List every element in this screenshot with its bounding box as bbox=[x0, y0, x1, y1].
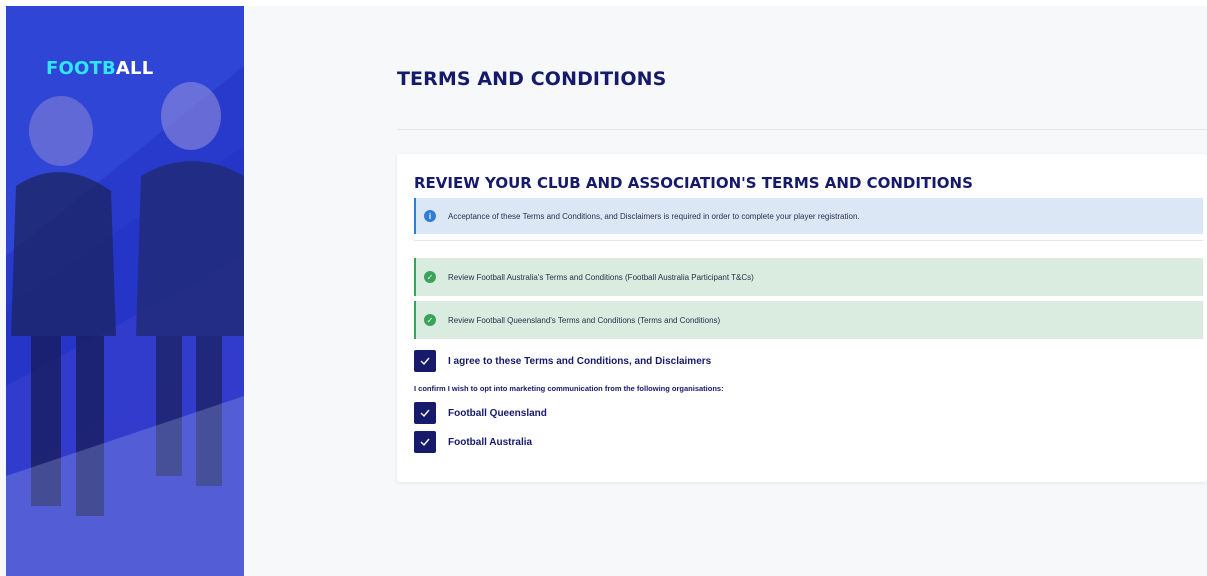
divider bbox=[414, 240, 1203, 241]
optin-football-australia-checkbox[interactable] bbox=[414, 431, 436, 453]
hero-photo bbox=[6, 6, 244, 576]
divider bbox=[397, 129, 1207, 130]
card-title: REVIEW YOUR CLUB AND ASSOCIATION'S TERMS… bbox=[414, 174, 973, 192]
optin-text: I confirm I wish to opt into marketing c… bbox=[414, 384, 724, 393]
main-content: TERMS AND CONDITIONS REVIEW YOUR CLUB AN… bbox=[244, 6, 1207, 576]
football-logo: FOOTBALL bbox=[46, 58, 154, 79]
check-circle-icon: ✓ bbox=[424, 314, 436, 326]
agree-terms-checkbox[interactable] bbox=[414, 350, 436, 372]
checkmark-icon bbox=[420, 409, 430, 418]
info-alert-text: Acceptance of these Terms and Conditions… bbox=[448, 211, 860, 221]
optin-football-queensland-label: Football Queensland bbox=[448, 407, 547, 419]
review-item-text: Review Football Queensland's Terms and C… bbox=[448, 315, 721, 325]
agree-terms-label: I agree to these Terms and Conditions, a… bbox=[448, 355, 712, 367]
agree-terms-row[interactable]: I agree to these Terms and Conditions, a… bbox=[414, 350, 711, 372]
info-icon: i bbox=[424, 210, 436, 222]
optin-football-australia-label: Football Australia bbox=[448, 436, 533, 448]
checkmark-icon bbox=[420, 357, 430, 366]
optin-football-australia-row[interactable]: Football Australia bbox=[414, 431, 532, 453]
terms-card: REVIEW YOUR CLUB AND ASSOCIATION'S TERMS… bbox=[397, 154, 1207, 482]
review-fa-terms-link[interactable]: ✓ Review Football Australia's Terms and … bbox=[414, 258, 1203, 296]
page-title: TERMS AND CONDITIONS bbox=[397, 68, 667, 90]
info-alert: i Acceptance of these Terms and Conditio… bbox=[414, 198, 1203, 234]
check-circle-icon: ✓ bbox=[424, 271, 436, 283]
review-item-text: Review Football Australia's Terms and Co… bbox=[448, 272, 754, 282]
optin-football-queensland-row[interactable]: Football Queensland bbox=[414, 402, 547, 424]
optin-football-queensland-checkbox[interactable] bbox=[414, 402, 436, 424]
checkmark-icon bbox=[420, 438, 430, 447]
sidebar-hero: FOOTBALL bbox=[6, 6, 244, 576]
review-fq-terms-link[interactable]: ✓ Review Football Queensland's Terms and… bbox=[414, 301, 1203, 339]
